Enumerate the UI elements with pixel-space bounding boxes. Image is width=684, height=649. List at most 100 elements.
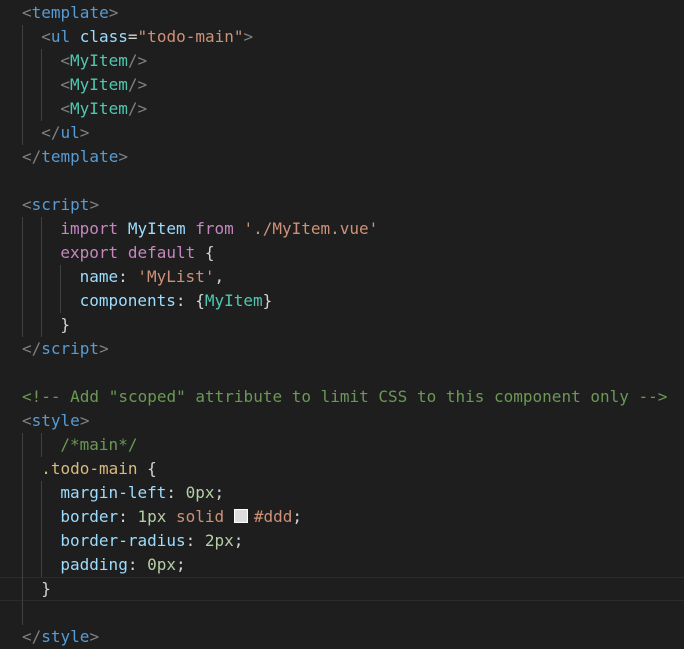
code-token: { <box>137 459 157 478</box>
code-token: padding <box>60 555 128 574</box>
code-token: export <box>60 243 119 262</box>
code-token: : <box>127 555 148 574</box>
code-token: default <box>127 243 196 262</box>
code-line[interactable]: margin-left: 0px; <box>0 481 684 505</box>
indent-guide <box>41 217 43 337</box>
code-token: /> <box>127 75 148 94</box>
code-token: : { <box>175 291 205 310</box>
code-line-text: <style> <box>22 409 89 433</box>
code-line-text: name: 'MyList', <box>80 265 225 289</box>
code-token: from <box>195 219 234 238</box>
code-line[interactable]: .todo-main { <box>0 457 684 481</box>
code-token: </ <box>22 339 42 358</box>
code-line[interactable]: </script> <box>0 337 684 361</box>
code-token: script <box>31 195 90 214</box>
code-token: MyItem <box>204 291 263 310</box>
code-token: : <box>118 267 138 286</box>
code-line[interactable]: name: 'MyList', <box>0 265 684 289</box>
code-token: : <box>185 531 205 550</box>
code-token: ul <box>50 27 71 46</box>
code-line-text: <script> <box>22 193 99 217</box>
code-line[interactable]: border: 1px solid #ddd; <box>0 505 684 529</box>
code-line-text: <!-- Add "scoped" attribute to limit CSS… <box>22 385 667 409</box>
code-token: script <box>41 339 100 358</box>
code-token: template <box>31 3 109 22</box>
code-line-text: .todo-main { <box>41 457 157 481</box>
code-token: "todo-main" <box>137 27 244 46</box>
indent-guide <box>22 433 23 625</box>
code-line-text: /*main*/ <box>60 433 137 457</box>
code-editor[interactable]: <template> <ul class="todo-main"> <MyItem/… <box>0 0 684 649</box>
code-line-text: } <box>60 313 70 337</box>
code-token: > <box>89 195 100 214</box>
code-token: border-radius <box>60 531 186 550</box>
code-line[interactable]: export default { <box>0 241 684 265</box>
code-token: < <box>41 27 51 46</box>
code-line-text: </style> <box>22 625 99 649</box>
code-line[interactable] <box>0 361 684 385</box>
color-swatch[interactable] <box>233 509 248 523</box>
code-token: < <box>60 99 71 118</box>
code-token: .todo-main <box>41 459 138 478</box>
code-line-text: <MyItem/> <box>60 49 147 73</box>
code-token: } <box>41 579 51 598</box>
code-token: , <box>214 267 225 286</box>
code-line[interactable]: </template> <box>0 145 684 169</box>
code-line-text: } <box>41 577 51 601</box>
indent-guide <box>41 49 43 121</box>
code-line[interactable] <box>0 169 684 193</box>
code-line[interactable]: padding: 0px; <box>0 553 684 577</box>
code-line[interactable]: <!-- Add "scoped" attribute to limit CSS… <box>0 385 684 409</box>
code-token: /> <box>127 99 148 118</box>
code-line-text: </template> <box>22 145 128 169</box>
code-token: components <box>79 291 176 310</box>
code-token: style <box>41 627 90 646</box>
code-line[interactable]: <style> <box>0 409 684 433</box>
code-token: < <box>22 195 32 214</box>
code-line[interactable]: <template> <box>0 1 684 25</box>
code-token: #ddd <box>253 507 293 526</box>
code-line[interactable]: } <box>0 577 684 601</box>
code-token: < <box>22 3 32 22</box>
code-token: MyItem <box>70 51 128 70</box>
code-line[interactable]: </ul> <box>0 121 684 145</box>
code-token: ; <box>176 555 186 574</box>
code-line-text: components: {MyItem} <box>80 289 273 313</box>
code-token: ; <box>214 483 225 502</box>
code-line[interactable]: } <box>0 313 684 337</box>
code-token: template <box>41 147 119 166</box>
code-line[interactable]: <script> <box>0 193 684 217</box>
code-line-text: border-radius: 2px; <box>60 529 243 553</box>
code-token: 0px <box>147 555 176 574</box>
code-token: MyItem <box>127 219 186 238</box>
code-token: 2px <box>204 531 234 550</box>
code-line[interactable]: <MyItem/> <box>0 73 684 97</box>
code-token: margin-left <box>60 483 167 502</box>
code-line[interactable]: <MyItem/> <box>0 49 684 73</box>
code-token: 'MyList' <box>137 267 215 286</box>
code-token: } <box>60 315 71 334</box>
code-token: > <box>243 27 254 46</box>
code-line-text: import MyItem from './MyItem.vue' <box>60 217 378 241</box>
code-line[interactable]: <ul class="todo-main"> <box>0 25 684 49</box>
code-line-text: <MyItem/> <box>60 73 147 97</box>
code-token: border <box>60 507 119 526</box>
code-token: MyItem <box>70 99 128 118</box>
code-line[interactable]: </style> <box>0 625 684 649</box>
code-line[interactable]: components: {MyItem} <box>0 289 684 313</box>
code-line[interactable]: /*main*/ <box>0 433 684 457</box>
code-line[interactable]: <MyItem/> <box>0 97 684 121</box>
code-token: < <box>22 411 32 430</box>
code-line[interactable]: border-radius: 2px; <box>0 529 684 553</box>
code-token: </ <box>22 147 42 166</box>
indent-guide <box>60 265 62 313</box>
code-line[interactable]: import MyItem from './MyItem.vue' <box>0 217 684 241</box>
code-token: './MyItem.vue' <box>243 219 379 238</box>
code-line-text: export default { <box>60 241 214 265</box>
indent-guide <box>41 481 43 577</box>
code-line[interactable] <box>0 601 684 625</box>
code-token: <!-- Add "scoped" attribute to limit CSS… <box>22 387 668 406</box>
code-token: 1px <box>137 507 167 526</box>
